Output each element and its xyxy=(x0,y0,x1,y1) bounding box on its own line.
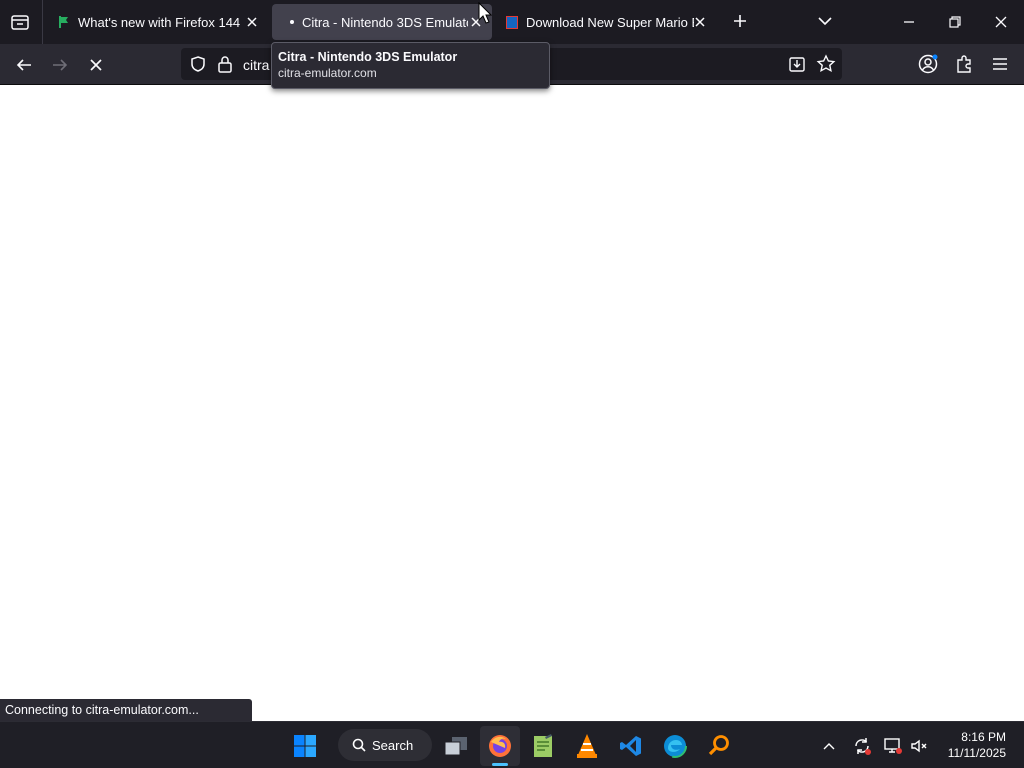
tab-citra[interactable]: Citra - Nintendo 3DS Emulator xyxy=(272,4,492,40)
forward-button[interactable] xyxy=(47,52,73,78)
extensions-button[interactable] xyxy=(953,53,975,75)
taskbar-search[interactable]: Search xyxy=(338,729,432,761)
page-content xyxy=(0,85,1024,721)
network-icon xyxy=(884,738,902,754)
divider xyxy=(42,0,43,44)
tab-whats-new[interactable]: What's new with Firefox 144 xyxy=(48,4,268,40)
close-icon xyxy=(995,16,1007,28)
search-everything-icon xyxy=(708,735,729,756)
bookmark-star-icon[interactable] xyxy=(816,54,836,74)
firefox-view-button[interactable] xyxy=(8,10,32,34)
active-app-indicator xyxy=(492,763,508,766)
hamburger-menu-icon xyxy=(993,58,1007,70)
url-text[interactable]: citra xyxy=(243,57,269,73)
account-button[interactable] xyxy=(917,53,939,75)
tab-title: Download New Super Mario Bros xyxy=(526,14,694,30)
tab-download-mario[interactable]: Download New Super Mario Bros xyxy=(496,4,716,40)
stop-icon xyxy=(90,59,102,71)
tracking-shield-icon[interactable] xyxy=(189,55,207,73)
loading-dot-icon xyxy=(290,20,294,24)
chevron-down-icon xyxy=(818,17,832,26)
tab-strip: What's new with Firefox 144 Citra - Nint… xyxy=(0,0,1024,44)
minimize-icon xyxy=(904,21,914,23)
network-button[interactable] xyxy=(881,734,905,758)
puzzle-icon xyxy=(957,55,971,73)
restore-button[interactable] xyxy=(943,10,967,34)
restore-icon xyxy=(949,16,961,28)
tab-tooltip: Citra - Nintendo 3DS Emulator citra-emul… xyxy=(271,42,550,89)
account-icon xyxy=(918,54,938,74)
start-button[interactable] xyxy=(285,726,325,766)
close-window-button[interactable] xyxy=(989,10,1013,34)
tab-title: Citra - Nintendo 3DS Emulator xyxy=(302,14,468,30)
taskbar-firefox[interactable] xyxy=(480,726,520,766)
taskbar-vlc[interactable] xyxy=(567,726,607,766)
windows-start-icon xyxy=(294,735,316,757)
plus-icon xyxy=(734,15,746,27)
taskbar-vscode[interactable] xyxy=(611,726,651,766)
clock-date: 11/11/2025 xyxy=(947,746,1006,760)
taskbar-everything-search[interactable] xyxy=(699,726,739,766)
tooltip-title: Citra - Nintendo 3DS Emulator xyxy=(278,50,458,64)
app-menu-button[interactable] xyxy=(989,53,1011,75)
clock-time: 8:16 PM xyxy=(961,730,1006,744)
download-page-icon[interactable] xyxy=(787,54,807,74)
back-button[interactable] xyxy=(11,52,37,78)
edge-icon xyxy=(663,734,687,758)
search-icon xyxy=(352,738,366,752)
sync-icon xyxy=(855,738,871,755)
taskbar-edge[interactable] xyxy=(655,726,695,766)
list-all-tabs-button[interactable] xyxy=(814,10,836,32)
mouse-cursor-icon xyxy=(478,2,492,24)
lock-icon[interactable] xyxy=(217,55,233,73)
vlc-icon xyxy=(577,734,597,758)
task-view-icon xyxy=(444,737,467,756)
volume-button[interactable] xyxy=(907,734,931,758)
close-tab-icon[interactable] xyxy=(244,14,260,30)
back-arrow-icon xyxy=(16,59,31,71)
task-view-button[interactable] xyxy=(436,726,476,766)
stop-button[interactable] xyxy=(83,52,109,78)
show-hidden-icons-button[interactable] xyxy=(817,734,841,758)
taskbar: Search 8:16 PM 11/11/2025 xyxy=(0,721,1024,768)
vscode-icon xyxy=(620,736,641,756)
notepad-icon xyxy=(534,734,552,757)
site-favicon-icon xyxy=(506,15,518,29)
new-tab-button[interactable] xyxy=(729,10,751,32)
firefox-view-icon xyxy=(11,15,29,30)
taskbar-notepad[interactable] xyxy=(523,726,563,766)
status-panel: Connecting to citra-emulator.com... xyxy=(0,699,252,721)
sync-status-button[interactable] xyxy=(850,734,874,758)
forward-arrow-icon xyxy=(53,59,68,71)
firefox-flag-icon xyxy=(59,16,68,28)
search-label: Search xyxy=(372,737,414,753)
volume-muted-icon xyxy=(911,739,927,753)
tooltip-domain: citra-emulator.com xyxy=(278,66,377,80)
chevron-up-icon xyxy=(823,743,835,750)
close-tab-icon[interactable] xyxy=(692,14,708,30)
firefox-icon xyxy=(489,735,511,757)
system-clock[interactable]: 8:16 PM 11/11/2025 xyxy=(948,729,1006,761)
minimize-button[interactable] xyxy=(897,10,921,34)
tab-title: What's new with Firefox 144 xyxy=(78,14,241,30)
